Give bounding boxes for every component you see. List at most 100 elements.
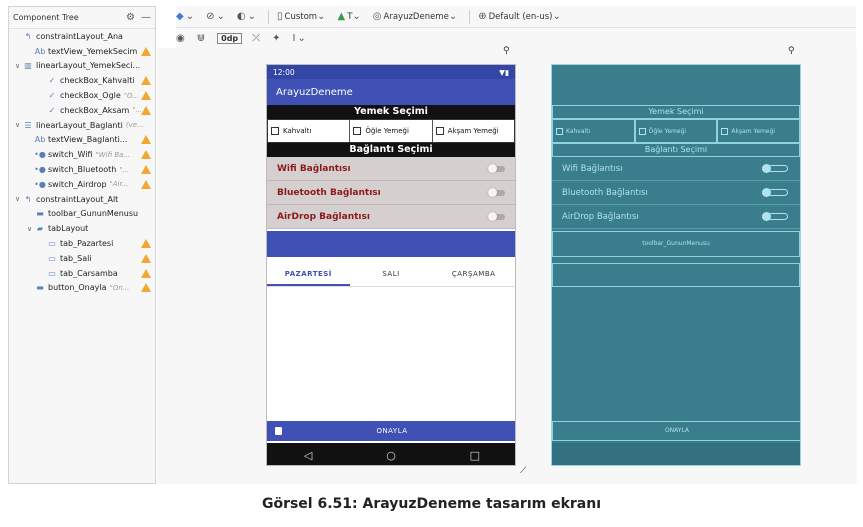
tree-item[interactable]: ∨ ▥ linearLayout_YemekSeci...	[9, 59, 155, 74]
warning-icon[interactable]	[141, 135, 151, 145]
default-margin-button[interactable]: 0dp	[217, 32, 243, 44]
warning-icon[interactable]	[141, 268, 151, 278]
checkbox-icon: ✓	[48, 105, 56, 115]
tree-item-label: checkBox_Ogle	[60, 91, 121, 101]
checkbox-icon: ✓	[48, 76, 56, 86]
warning-icon[interactable]	[141, 105, 151, 115]
api-select[interactable]: ▲ T ⌄	[337, 11, 362, 22]
blueprint-yemek-secim[interactable]: Yemek Seçimi	[552, 105, 800, 119]
tree-item[interactable]: •● switch_Wifi "Wifi Ba...	[9, 147, 155, 162]
switch-wifi[interactable]: Wifi Bağlantısı	[267, 157, 515, 181]
globe-icon: ⊕	[478, 11, 487, 22]
checkbox-square-icon	[556, 127, 563, 135]
blueprint-checkbox-kahvalti[interactable]: Kahvaltı	[552, 119, 635, 143]
blueprint-tab-layout[interactable]	[552, 263, 800, 287]
night-mode-button[interactable]: ◐ ⌄	[237, 11, 258, 22]
textview-baglanti-secim[interactable]: Bağlantı Seçimi	[267, 143, 515, 157]
tree-item[interactable]: ▭ tab_Pazartesi	[9, 236, 155, 251]
tree-item[interactable]: ▬ button_Onayla "On...	[9, 281, 155, 296]
warning-icon[interactable]	[141, 179, 151, 189]
tree-item[interactable]: ∨ ☰ linearLayout_Baglanti (ve...	[9, 118, 155, 133]
blueprint-switch-bluetooth[interactable]: Bluetooth Bağlantısı	[552, 181, 800, 205]
device-select[interactable]: ▯ Custom ⌄	[277, 11, 327, 22]
blueprint-switch-wifi[interactable]: Wifi Bağlantısı	[552, 157, 800, 181]
warning-icon[interactable]	[141, 76, 151, 86]
blueprint-toolbar[interactable]: toolbar_GununMenusu	[552, 231, 800, 257]
warning-icon[interactable]	[141, 239, 151, 249]
guidelines-button[interactable]: I ⌄	[293, 33, 308, 44]
blueprint-switch-airdrop[interactable]: AirDrop Bağlantısı	[552, 205, 800, 229]
toolbar-gunun-menusu[interactable]	[267, 231, 515, 257]
warning-icon[interactable]	[141, 150, 151, 160]
back-icon[interactable]: ◁	[304, 449, 312, 462]
theme-select[interactable]: ◎ ArayuzDeneme ⌄	[373, 11, 459, 22]
tree-item[interactable]: ↰ constraintLayout_Ana	[9, 29, 155, 44]
tree-item[interactable]: ✓ checkBox_Ogle "Ö...	[9, 88, 155, 103]
locale-select[interactable]: ⊕ Default (en-us) ⌄	[478, 11, 563, 22]
warning-icon[interactable]	[141, 165, 151, 175]
signal-battery-icon: ▼▮	[499, 67, 509, 77]
checkbox-aksam[interactable]: Akşam Yemeği	[433, 120, 514, 142]
linear-horizontal-icon: ▥	[24, 61, 32, 71]
infer-constraints-button[interactable]: ✦	[272, 33, 282, 44]
tree-item[interactable]: •● switch_Airdrop "Air...	[9, 177, 155, 192]
tab-carsamba[interactable]: ÇARŞAMBA	[432, 263, 515, 286]
checkbox-ogle[interactable]: Öğle Yemeği	[350, 120, 433, 142]
tab-icon: ▭	[48, 268, 56, 278]
blueprint-navigation-bar	[552, 443, 800, 465]
component-tree-header: Component Tree ⚙ —	[9, 7, 155, 29]
chevron-down-icon[interactable]: ∨	[13, 121, 22, 129]
tree-item-label: textView_YemekSecim	[48, 46, 138, 56]
pin-icon: ⚲	[788, 46, 795, 56]
tab-pazartesi[interactable]: PAZARTESİ	[267, 263, 350, 286]
blueprint-preview[interactable]: Yemek Seçimi Kahvaltı Öğle Yemeği Akşam …	[551, 64, 801, 466]
minimize-icon[interactable]: —	[141, 12, 151, 23]
tree-item[interactable]: ▬ toolbar_GununMenusu	[9, 207, 155, 222]
toggle-icon	[488, 163, 505, 173]
recents-icon[interactable]: □	[470, 449, 480, 462]
warning-icon[interactable]	[141, 91, 151, 101]
tree-item[interactable]: ▭ tab_Carsamba	[9, 266, 155, 281]
tree-item[interactable]: ▭ tab_Sali	[9, 251, 155, 266]
button-onayla[interactable]: ONAYLA	[267, 421, 515, 441]
home-icon[interactable]: ○	[386, 449, 396, 462]
layers-button[interactable]: ◆ ⌄	[176, 11, 196, 22]
design-preview[interactable]: 12:00 ▼▮ ArayuzDeneme Yemek Seçimi Kahva…	[266, 64, 516, 466]
autoconnect-button[interactable]: ⋓	[197, 33, 207, 44]
linear-layout-yemek-secim: Kahvaltı Öğle Yemeği Akşam Yemeği	[267, 119, 515, 143]
resize-handle-icon[interactable]: ⟋	[520, 466, 526, 476]
blueprint-baglanti-secim[interactable]: Bağlantı Seçimi	[552, 143, 800, 157]
constraint-layout-icon: ↰	[24, 31, 32, 41]
gear-icon[interactable]: ⚙	[126, 12, 135, 23]
tree-item[interactable]: Ab textView_YemekSecim	[9, 44, 155, 59]
tree-item[interactable]: ∨ ↰ constraintLayout_Alt	[9, 192, 155, 207]
clear-constraints-button[interactable]: ⤫	[252, 33, 262, 44]
switch-bluetooth[interactable]: Bluetooth Bağlantısı	[267, 181, 515, 205]
warning-icon[interactable]	[141, 253, 151, 263]
tree-item[interactable]: ✓ checkBox_Aksam "...	[9, 103, 155, 118]
chevron-down-icon[interactable]: ∨	[13, 62, 22, 70]
orientation-button[interactable]: ⊘ ⌄	[206, 11, 227, 22]
blueprint-checkbox-ogle[interactable]: Öğle Yemeği	[634, 119, 718, 143]
orientation-icon: ⊘	[206, 11, 215, 22]
tab-sali[interactable]: SALI	[350, 263, 433, 286]
chevron-down-icon[interactable]: ∨	[25, 225, 34, 233]
warning-icon[interactable]	[141, 46, 151, 56]
align-icon: I	[292, 32, 296, 44]
tree-item[interactable]: ✓ checkBox_Kahvalti	[9, 73, 155, 88]
tree-item[interactable]: Ab textView_Baglanti...	[9, 133, 155, 148]
view-options-button[interactable]: ◉	[176, 33, 187, 44]
tree-item[interactable]: •● switch_Bluetooth "...	[9, 162, 155, 177]
tree-item[interactable]: ∨ ▰ tabLayout	[9, 221, 155, 236]
chevron-down-icon[interactable]: ∨	[13, 195, 22, 203]
blueprint-checkbox-aksam[interactable]: Akşam Yemeği	[717, 119, 800, 143]
switch-airdrop[interactable]: AirDrop Bağlantısı	[267, 205, 515, 229]
blueprint-button-onayla[interactable]: ONAYLA	[552, 421, 800, 441]
warning-icon[interactable]	[141, 283, 151, 293]
textview-yemek-secim[interactable]: Yemek Seçimi	[267, 105, 515, 119]
tree-item-text-preview: "On...	[109, 283, 130, 292]
tree-item-label: constraintLayout_Ana	[36, 31, 123, 41]
checkbox-kahvalti[interactable]: Kahvaltı	[268, 120, 351, 142]
tree-item-label: tabLayout	[48, 224, 89, 234]
toggle-icon	[762, 188, 788, 197]
